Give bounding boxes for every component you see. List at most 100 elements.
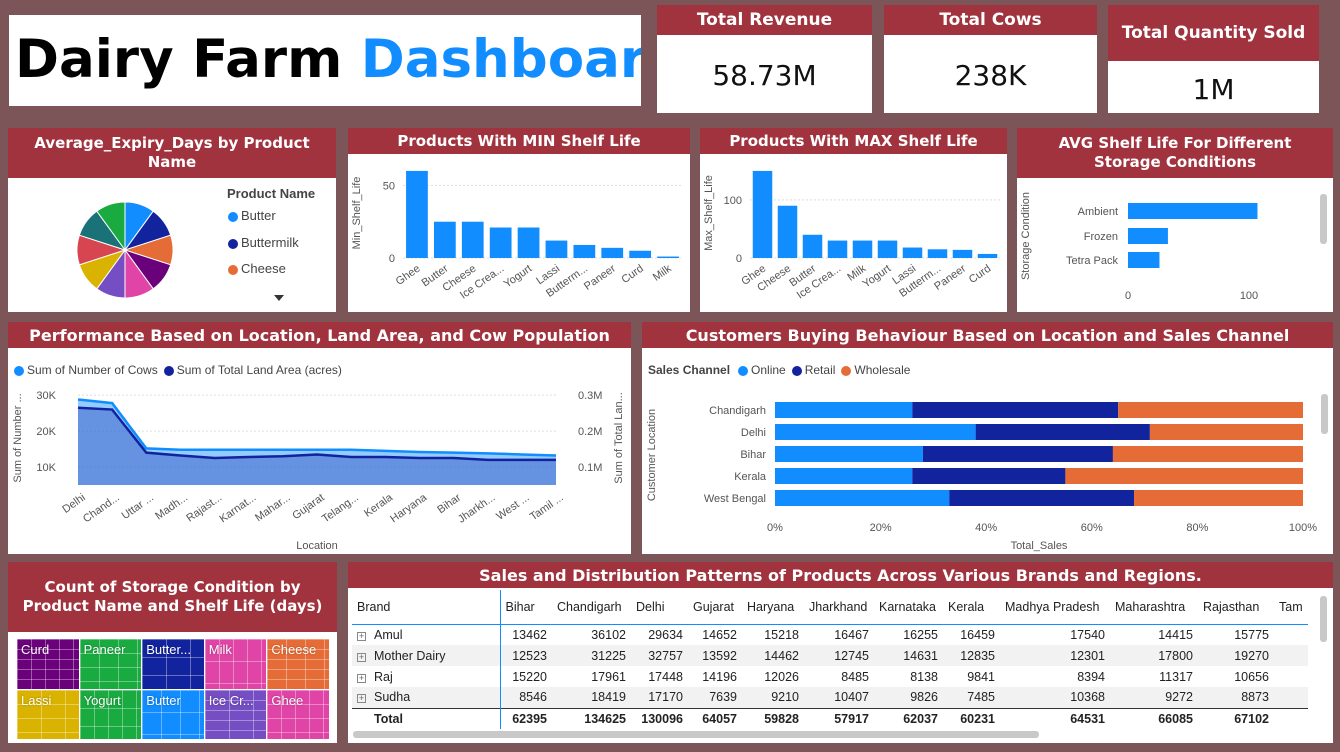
bar-segment[interactable] bbox=[1134, 490, 1303, 506]
bar[interactable] bbox=[629, 250, 652, 258]
kpi-total-revenue[interactable]: Total Revenue 58.73M bbox=[657, 5, 872, 113]
treemap-cell[interactable]: Butter bbox=[142, 690, 204, 740]
column-header[interactable]: Chandigarh bbox=[552, 590, 631, 625]
treemap-cell[interactable]: Curd bbox=[17, 639, 79, 689]
bar[interactable] bbox=[952, 249, 973, 258]
bar-segment[interactable] bbox=[975, 424, 1150, 440]
row-header[interactable]: + Sudha bbox=[352, 687, 501, 708]
bar[interactable] bbox=[406, 170, 428, 258]
pie-legend-item[interactable]: Cheese bbox=[228, 261, 286, 276]
bar-segment[interactable] bbox=[922, 446, 1113, 462]
bar[interactable] bbox=[517, 227, 540, 258]
legend-item[interactable]: Wholesale bbox=[841, 363, 910, 377]
treemap-cell[interactable]: Yogurt bbox=[80, 690, 142, 740]
table-row[interactable]: + Sudha 8546 18419 17170 7639 9210 10407 9826 748… bbox=[352, 687, 1308, 708]
bar-segment[interactable] bbox=[775, 424, 976, 440]
storage-bar-chart[interactable]: Storage Condition Ambient Frozen Tetra Pack… bbox=[1017, 178, 1317, 312]
bar[interactable] bbox=[461, 221, 484, 258]
bar-segment[interactable] bbox=[1149, 424, 1303, 440]
treemap-cell[interactable]: Milk bbox=[205, 639, 267, 689]
min-shelf-bar-chart[interactable]: Min_Shelf_Life 500GheeButterCheeseIce Cre… bbox=[348, 154, 690, 312]
treemap-cell[interactable]: Ice Cr... bbox=[205, 690, 267, 740]
table-row[interactable]: + Raj 15220 17961 17448 14196 12026 8485 8138 984… bbox=[352, 666, 1308, 687]
horizontal-scrollbar[interactable] bbox=[353, 731, 1039, 738]
bar[interactable] bbox=[657, 256, 679, 258]
treemap-cell[interactable]: Cheese bbox=[267, 639, 329, 689]
customers-stacked-bar-chart[interactable]: Chandigarh Delhi Bihar Kerala West Bengal 0% 2… bbox=[642, 378, 1322, 554]
bar-segment[interactable] bbox=[775, 446, 923, 462]
row-header[interactable]: + Raj bbox=[352, 666, 501, 687]
bar[interactable] bbox=[902, 247, 923, 258]
matrix-panel[interactable]: Sales and Distribution Patterns of Produ… bbox=[348, 562, 1333, 743]
bar-segment[interactable] bbox=[912, 468, 1066, 484]
bar-segment[interactable] bbox=[1118, 402, 1303, 418]
customers-panel[interactable]: Customers Buying Behaviour Based on Loca… bbox=[642, 322, 1333, 554]
legend-item[interactable]: Sum of Number of Cows bbox=[14, 363, 158, 377]
column-header[interactable]: Jharkhand bbox=[804, 590, 874, 625]
column-header[interactable]: Maharashtra bbox=[1110, 590, 1198, 625]
legend-item[interactable]: Retail bbox=[791, 363, 835, 377]
legend-scroll-down-icon[interactable] bbox=[274, 295, 284, 301]
bar[interactable] bbox=[573, 244, 596, 258]
scrollbar[interactable] bbox=[1321, 394, 1328, 434]
bar[interactable] bbox=[489, 227, 512, 258]
min-shelf-panel[interactable]: Products With MIN Shelf Life Min_Shelf_L… bbox=[348, 128, 690, 312]
bar-segment[interactable] bbox=[912, 402, 1119, 418]
bar[interactable] bbox=[1128, 252, 1160, 268]
bar[interactable] bbox=[877, 240, 898, 258]
vertical-scrollbar[interactable] bbox=[1320, 596, 1327, 642]
table-row[interactable]: + Amul 13462 36102 29634 14652 15218 16467 16255… bbox=[352, 624, 1308, 645]
storage-shelf-panel[interactable]: AVG Shelf Life For Different Storage Con… bbox=[1017, 128, 1333, 312]
column-header[interactable]: Brand bbox=[352, 590, 501, 625]
column-header[interactable]: Madhya Pradesh bbox=[1000, 590, 1110, 625]
bar[interactable] bbox=[752, 170, 773, 258]
bar[interactable] bbox=[601, 247, 624, 258]
kpi-total-quantity[interactable]: Total Quantity Sold 1M bbox=[1108, 5, 1319, 113]
bar[interactable] bbox=[802, 234, 823, 258]
bar[interactable] bbox=[545, 240, 568, 258]
pie-legend-item[interactable]: Buttermilk bbox=[228, 235, 299, 250]
expand-icon[interactable]: + bbox=[357, 652, 366, 662]
cust-legend[interactable]: Sales Channel Online Retail Wholesale bbox=[648, 363, 910, 377]
column-header[interactable]: Bihar bbox=[500, 590, 552, 625]
row-header[interactable]: + Amul bbox=[352, 624, 501, 645]
column-header[interactable]: Tam bbox=[1274, 590, 1308, 625]
bar[interactable] bbox=[977, 253, 998, 258]
column-header[interactable]: Karnataka bbox=[874, 590, 943, 625]
treemap-cell[interactable]: Butter... bbox=[142, 639, 204, 689]
performance-area-chart[interactable]: 30K 20K 10K 0.3M 0.2M 0.1M DelhiChand...Uttar … bbox=[8, 378, 631, 554]
row-header[interactable]: + Mother Dairy bbox=[352, 645, 501, 666]
column-header[interactable]: Gujarat bbox=[688, 590, 742, 625]
bar-segment[interactable] bbox=[775, 468, 913, 484]
column-header[interactable]: Kerala bbox=[943, 590, 1000, 625]
treemap-panel[interactable]: Count of Storage Condition by Product Na… bbox=[8, 562, 337, 743]
bar-segment[interactable] bbox=[949, 490, 1135, 506]
legend-item[interactable]: Sum of Total Land Area (acres) bbox=[163, 363, 342, 377]
expand-icon[interactable]: + bbox=[357, 631, 366, 641]
bar[interactable] bbox=[1128, 203, 1258, 219]
bar[interactable] bbox=[777, 205, 798, 258]
scrollbar[interactable] bbox=[1320, 194, 1327, 244]
expand-icon[interactable]: + bbox=[357, 673, 366, 683]
max-shelf-panel[interactable]: Products With MAX Shelf Life Max_Shelf_L… bbox=[700, 128, 1007, 312]
max-shelf-bar-chart[interactable]: Max_Shelf_Life 1000GheeCheeseButterIce Cr… bbox=[700, 154, 1007, 312]
column-header[interactable]: Delhi bbox=[631, 590, 688, 625]
bar-segment[interactable] bbox=[1112, 446, 1303, 462]
treemap-chart[interactable]: Curd Paneer Butter... Milk Cheese Lassi Yogurt… bbox=[17, 639, 329, 739]
legend-item[interactable]: Online bbox=[738, 363, 786, 377]
kpi-total-cows[interactable]: Total Cows 238K bbox=[884, 5, 1097, 113]
bar-segment[interactable] bbox=[775, 490, 950, 506]
bar-segment[interactable] bbox=[1065, 468, 1303, 484]
treemap-cell[interactable]: Paneer bbox=[80, 639, 142, 689]
bar-segment[interactable] bbox=[775, 402, 913, 418]
perf-legend[interactable]: Sum of Number of Cows Sum of Total Land … bbox=[14, 363, 342, 377]
pie-chart[interactable] bbox=[65, 190, 185, 310]
bar[interactable] bbox=[433, 221, 456, 258]
performance-panel[interactable]: Performance Based on Location, Land Area… bbox=[8, 322, 631, 554]
pie-legend-item[interactable]: Butter bbox=[228, 208, 276, 223]
column-header[interactable]: Rajasthan bbox=[1198, 590, 1274, 625]
pie-chart-panel[interactable]: Average_Expiry_Days by Product Name Prod… bbox=[8, 128, 336, 312]
expand-icon[interactable]: + bbox=[357, 694, 366, 704]
column-header[interactable]: Haryana bbox=[742, 590, 804, 625]
bar[interactable] bbox=[1128, 228, 1168, 244]
